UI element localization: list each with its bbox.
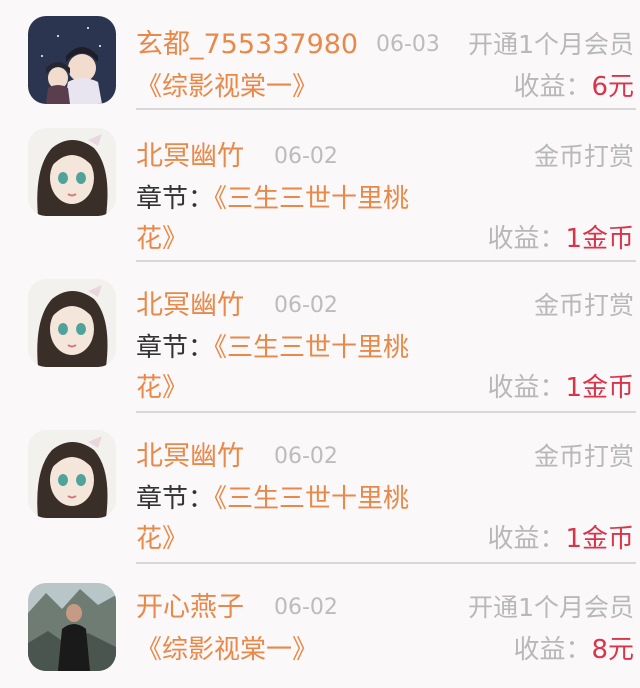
earning-value: 1金币 [565,373,634,403]
book-title[interactable]: 《综影视棠一》 [136,70,318,104]
earning: 收益：6元 [513,70,634,104]
record-date: 06-02 [274,293,338,318]
avatar[interactable] [28,16,116,104]
income-type: 开通1个月会员 [468,593,634,622]
income-type: 开通1个月会员 [468,30,634,59]
chapter-title[interactable]: 《三生三世十里桃 [214,333,409,363]
earning-value: 1金币 [565,524,634,554]
chapter-line: 章节：《三生三世十里桃 [136,182,409,216]
record-date: 06-02 [274,595,338,620]
earning-label: 收益： [487,524,566,554]
list-item[interactable]: 玄都_755337980 06-03 开通1个月会员 《综影视棠一》 收益：6元 [0,0,640,112]
user-name: 玄都_755337980 [136,29,359,60]
divider [136,562,636,564]
income-type: 金币打赏 [533,442,634,471]
avatar[interactable] [28,279,116,367]
record-date: 06-03 [376,32,440,57]
avatar[interactable] [28,583,116,671]
earning: 收益：1金币 [487,522,634,556]
earning-label: 收益： [513,72,592,102]
avatar[interactable] [28,128,116,216]
divider [136,411,636,413]
chapter-line: 章节：《三生三世十里桃 [136,331,409,365]
user-name: 北冥幽竹 [136,441,244,472]
earning-value: 6元 [591,72,634,102]
chapter-title[interactable]: 《三生三世十里桃 [214,184,409,214]
book-title[interactable]: 《综影视棠一》 [136,633,318,667]
earning: 收益：1金币 [487,222,634,256]
earning: 收益：8元 [513,633,634,667]
user-name: 北冥幽竹 [136,141,244,172]
chapter-line: 章节：《三生三世十里桃 [136,482,409,516]
income-type: 金币打赏 [533,142,634,171]
record-date: 06-02 [274,444,338,469]
list-item[interactable]: 北冥幽竹 06-02 金币打赏 章节：《三生三世十里桃 花》 收益：1金币 [0,112,640,262]
list-item[interactable]: 北冥幽竹 06-02 金币打赏 章节：《三生三世十里桃 花》 收益：1金币 [0,263,640,413]
divider [136,108,636,110]
earning-value: 8元 [591,635,634,665]
list-item[interactable]: 开心燕子 06-02 开通1个月会员 《综影视棠一》 收益：8元 [0,565,640,688]
chapter-title-continued[interactable]: 花》 [136,222,188,256]
chapter-label: 章节： [136,184,215,214]
list-item[interactable]: 北冥幽竹 06-02 金币打赏 章节：《三生三世十里桃 花》 收益：1金币 [0,414,640,564]
earning-label: 收益： [487,373,566,403]
earning-label: 收益： [487,224,566,254]
chapter-title-continued[interactable]: 花》 [136,371,188,405]
chapter-title-continued[interactable]: 花》 [136,522,188,556]
earning: 收益：1金币 [487,371,634,405]
divider [136,260,636,262]
user-name: 北冥幽竹 [136,290,244,321]
income-type: 金币打赏 [533,291,634,320]
chapter-label: 章节： [136,333,215,363]
earning-value: 1金币 [565,224,634,254]
user-name: 开心燕子 [136,592,244,623]
income-list: 玄都_755337980 06-03 开通1个月会员 《综影视棠一》 收益：6元… [0,0,640,688]
avatar[interactable] [28,430,116,518]
chapter-title[interactable]: 《三生三世十里桃 [214,484,409,514]
record-date: 06-02 [274,144,338,169]
chapter-label: 章节： [136,484,215,514]
earning-label: 收益： [513,635,592,665]
